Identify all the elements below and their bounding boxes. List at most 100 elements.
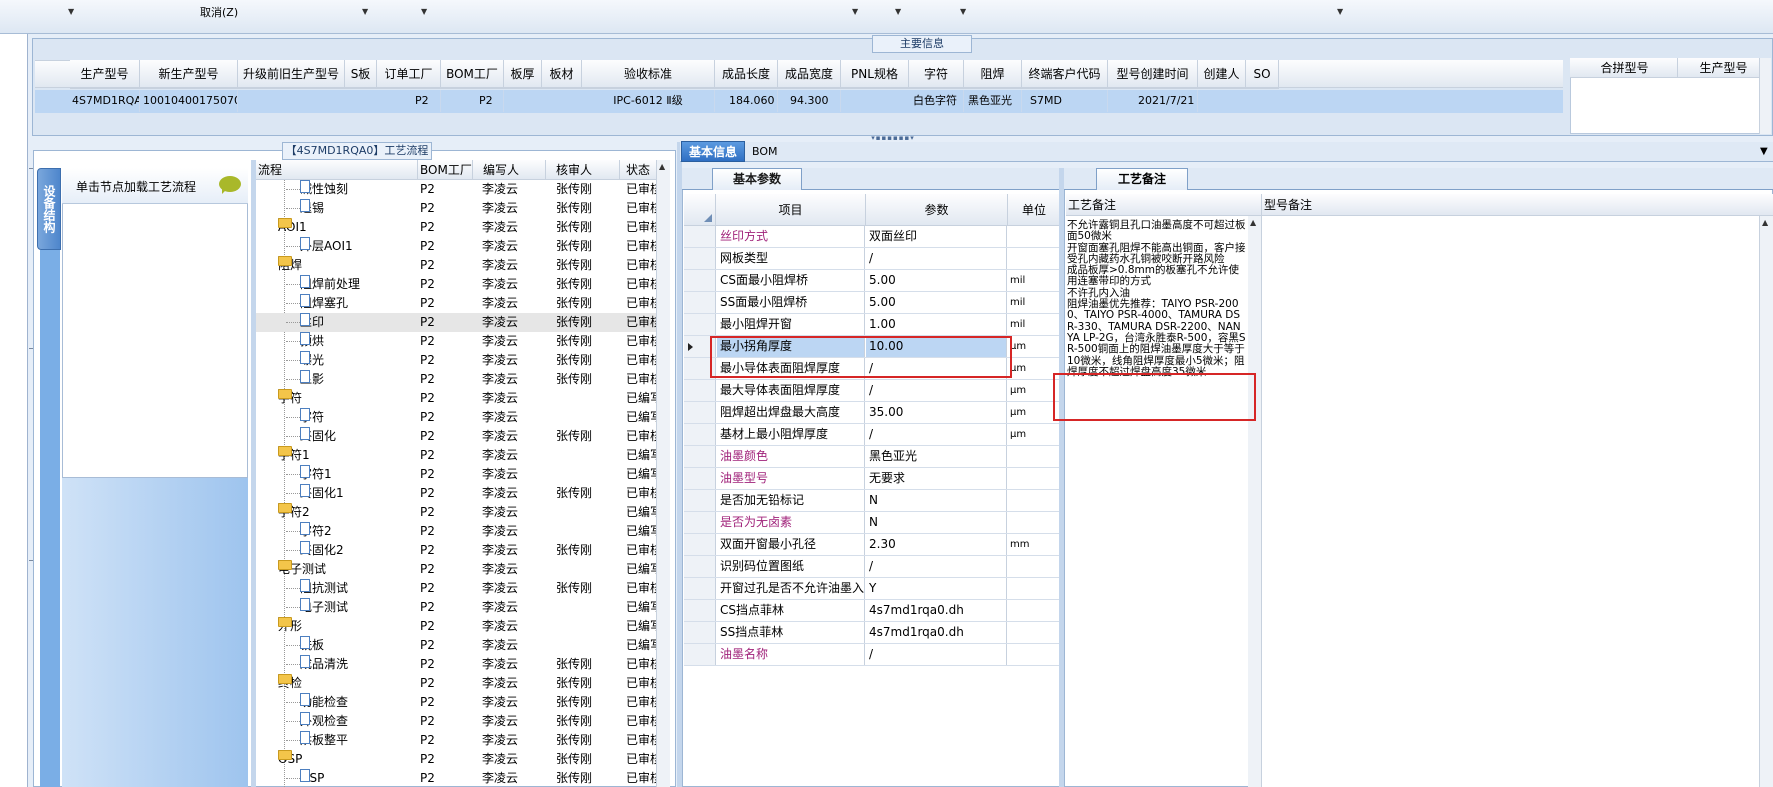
dropdown-arrow-icon[interactable]: ▼ xyxy=(68,7,74,16)
merged-scrollbar[interactable] xyxy=(1759,58,1771,134)
process-tree-scrollbar[interactable]: ▲ xyxy=(656,160,670,787)
col-header[interactable]: BOM工厂 xyxy=(441,60,504,89)
param-value[interactable]: / xyxy=(866,644,1007,665)
col-header[interactable]: 编写人 xyxy=(473,160,546,180)
param-row[interactable]: CS面最小阻焊桥 5.00 mil xyxy=(684,270,1060,292)
cell-customer-code[interactable]: S7MD xyxy=(1022,90,1108,112)
param-value[interactable]: / xyxy=(866,556,1007,577)
param-value[interactable]: 2.30 xyxy=(866,534,1007,555)
col-header[interactable]: 升级前旧生产型号 xyxy=(238,60,345,89)
tree-row[interactable]: 显影P2 李凌云 张传刚 已审核 xyxy=(256,370,656,389)
param-row[interactable]: 阻焊超出焊盘最大高度 35.00 μm xyxy=(684,402,1060,424)
dropdown-arrow-icon[interactable]: ▼ xyxy=(852,7,858,16)
tree-row[interactable]: 功能检查P2 李凌云 张传刚 已审核 xyxy=(256,693,656,712)
param-value[interactable]: 双面丝印 xyxy=(866,226,1007,247)
cell-bom-factory[interactable]: P2 xyxy=(441,90,504,112)
param-row[interactable]: 油墨名称 / xyxy=(684,644,1060,666)
cancel-menu-item[interactable]: 取消(Z) xyxy=(200,4,238,20)
equipment-structure-tab[interactable]: 设备结构 xyxy=(37,168,61,250)
tab-basic-info[interactable]: 基本信息 xyxy=(681,141,745,162)
param-row[interactable]: 双面开窗最小孔径 2.30 mm xyxy=(684,534,1060,556)
param-row[interactable]: SS挡点菲林 4s7md1rqa0.dh xyxy=(684,622,1060,644)
param-row[interactable]: 基材上最小阻焊厚度 / μm xyxy=(684,424,1060,446)
col-header[interactable]: 订单工厂 xyxy=(377,60,441,89)
tree-row[interactable]: 终固化1P2 李凌云 张传刚 已审核 xyxy=(256,484,656,503)
notes-scrollbar[interactable]: ▲ xyxy=(1248,216,1261,787)
tree-row[interactable]: 字符2P2 李凌云 已编写 xyxy=(256,522,656,541)
dropdown-arrow-icon[interactable]: ▼ xyxy=(421,7,427,16)
col-header[interactable]: PNL规格 xyxy=(841,60,909,89)
param-value[interactable]: N xyxy=(866,512,1007,533)
tree-row[interactable]: 阻焊前处理P2 李凌云 张传刚 已审核 xyxy=(256,275,656,294)
tree-row[interactable]: −字符2 P2 李凌云 已编写 xyxy=(256,503,656,522)
col-header[interactable]: 验收标准 xyxy=(582,60,715,89)
tree-row[interactable]: 字符P2 李凌云 已编写 xyxy=(256,408,656,427)
param-row[interactable]: 是否为无卤素 N xyxy=(684,512,1060,534)
tree-row[interactable]: 预烘P2 李凌云 张传刚 已审核 xyxy=(256,332,656,351)
tree-row[interactable]: 外层AOI1P2 李凌云 张传刚 已审核 xyxy=(256,237,656,256)
col-header[interactable]: 项目 xyxy=(716,194,866,226)
tree-row[interactable]: 退锡P2 李凌云 张传刚 已审核 xyxy=(256,199,656,218)
tree-row[interactable]: −外形 P2 李凌云 已编写 xyxy=(256,617,656,636)
tab-bom[interactable]: BOM xyxy=(752,142,792,162)
col-header[interactable]: 字符 xyxy=(909,60,964,89)
tree-row[interactable]: 成品清洗P2 李凌云 张传刚 已审核 xyxy=(256,655,656,674)
param-value[interactable]: / xyxy=(866,248,1007,269)
tree-row[interactable]: OSPP2 李凌云 张传刚 已审核 xyxy=(256,769,656,787)
col-header[interactable]: 阻焊 xyxy=(964,60,1022,89)
tree-row[interactable]: −字符 P2 李凌云 已编写 xyxy=(256,389,656,408)
col-header[interactable]: 生产型号 xyxy=(1678,58,1768,78)
col-header[interactable]: BOM工厂 xyxy=(418,160,473,180)
load-hint-header[interactable]: 单击节点加载工艺流程 xyxy=(62,168,248,204)
cell-production-model[interactable]: 4S7MD1RQA0 xyxy=(70,90,140,112)
tree-row[interactable]: −电子测试 P2 李凌云 已编写 xyxy=(256,560,656,579)
col-header[interactable]: 工艺备注 xyxy=(1066,194,1262,216)
cell-new-production-model[interactable]: 10010400175070 xyxy=(140,90,238,112)
tree-row[interactable]: 字符1P2 李凌云 已编写 xyxy=(256,465,656,484)
cell-order-factory[interactable]: P2 xyxy=(377,90,441,112)
tree-row[interactable]: −阻焊 P2 李凌云 张传刚 已审核 xyxy=(256,256,656,275)
param-row[interactable]: 识别码位置图纸 / xyxy=(684,556,1060,578)
col-header[interactable]: 参数 xyxy=(866,194,1008,226)
tree-row[interactable]: 外观检查P2 李凌云 张传刚 已审核 xyxy=(256,712,656,731)
cell-solder-mask[interactable]: 黑色亚光 xyxy=(964,90,1022,112)
cell-create-time[interactable]: 2021/7/21 xyxy=(1108,90,1198,112)
param-row[interactable]: CS挡点菲林 4s7md1rqa0.dh xyxy=(684,600,1060,622)
param-row[interactable]: 网板类型 / xyxy=(684,248,1060,270)
tree-row[interactable]: 曝光P2 李凌云 张传刚 已审核 xyxy=(256,351,656,370)
scroll-up-icon[interactable]: ▲ xyxy=(1250,218,1256,227)
col-header[interactable]: 流程 xyxy=(256,160,418,180)
col-header[interactable]: 生产型号 xyxy=(70,60,140,89)
col-header[interactable]: 板材 xyxy=(542,60,582,89)
param-value[interactable]: 5.00 xyxy=(866,270,1007,291)
tab-dropdown-icon[interactable]: ▼ xyxy=(1760,146,1768,157)
dropdown-arrow-icon[interactable]: ▼ xyxy=(362,7,368,16)
param-value[interactable]: 4s7md1rqa0.dh xyxy=(866,622,1007,643)
tree-row[interactable]: −终检 P2 李凌云 张传刚 已审核 xyxy=(256,674,656,693)
tab-basic-params[interactable]: 基本参数 xyxy=(712,168,802,190)
col-header[interactable]: 终端客户代码 xyxy=(1022,60,1108,89)
tree-row[interactable]: 阻抗测试P2 李凌云 张传刚 已审核 xyxy=(256,579,656,598)
dropdown-arrow-icon[interactable]: ▼ xyxy=(895,7,901,16)
process-notes-text[interactable]: 不允许露铜且孔口油墨高度不可超过板面50微米 开窗面塞孔阻焊不能高出铜面，客户接… xyxy=(1067,219,1247,378)
dropdown-arrow-icon[interactable]: ▼ xyxy=(960,7,966,16)
horizontal-splitter-handle[interactable]: ▾▪▪▪▪▪▪▾ xyxy=(868,135,918,142)
tree-row[interactable]: −OSP P2 李凌云 张传刚 已审核 xyxy=(256,750,656,769)
col-header[interactable]: S板 xyxy=(345,60,377,89)
cell-width[interactable]: 94.300 xyxy=(778,90,841,112)
param-value[interactable]: / xyxy=(866,424,1007,445)
param-row[interactable]: 最大导体表面阻焊厚度 / μm xyxy=(684,380,1060,402)
param-row[interactable]: 开窗过孔是否不允许油墨入孔 Y xyxy=(684,578,1060,600)
col-header[interactable]: 单位 xyxy=(1008,194,1060,226)
dropdown-arrow-icon[interactable]: ▼ xyxy=(1337,7,1343,16)
param-row[interactable]: 是否加无铅标记 N xyxy=(684,490,1060,512)
col-header[interactable]: 新生产型号 xyxy=(140,60,238,89)
param-value[interactable]: N xyxy=(866,490,1007,511)
model-notes-scrollbar[interactable]: ▲ xyxy=(1759,216,1773,787)
tree-row[interactable]: −字符1 P2 李凌云 已编写 xyxy=(256,446,656,465)
tree-row[interactable]: 阻焊塞孔P2 李凌云 张传刚 已审核 xyxy=(256,294,656,313)
scroll-up-icon[interactable]: ▲ xyxy=(659,162,665,171)
param-row[interactable]: 油墨型号 无要求 xyxy=(684,468,1060,490)
tree-row[interactable]: 铣板P2 李凌云 已编写 xyxy=(256,636,656,655)
param-row[interactable]: 丝印方式 双面丝印 xyxy=(684,226,1060,248)
